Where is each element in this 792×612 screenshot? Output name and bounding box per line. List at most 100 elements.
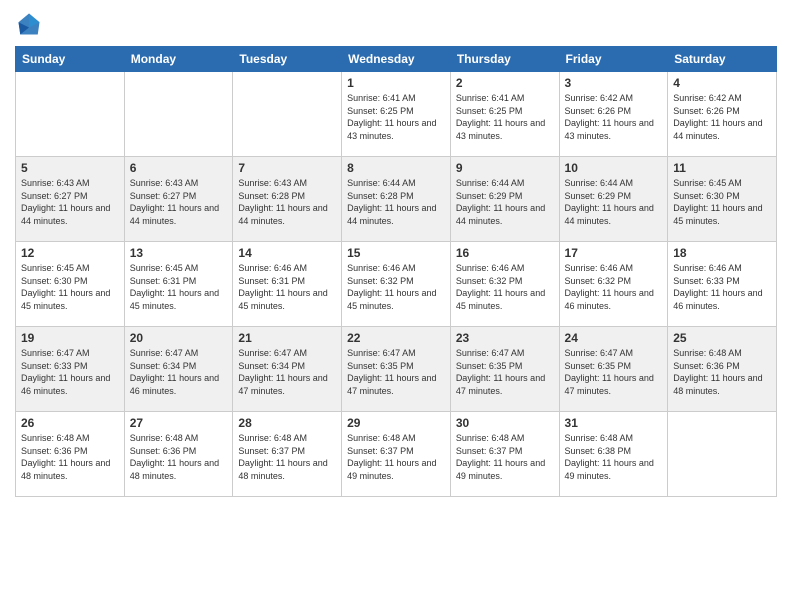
day-number: 16: [456, 246, 554, 260]
calendar-cell: 23Sunrise: 6:47 AM Sunset: 6:35 PM Dayli…: [450, 327, 559, 412]
calendar-cell: 9 Sunrise: 6:44 AM Sunset: 6:29 PM Daylig…: [450, 157, 559, 242]
weekday-header-friday: Friday: [559, 47, 668, 72]
calendar-cell: 30 Sunrise: 6:48 AM Sunset: 6:37 PM Dayli…: [450, 412, 559, 497]
day-number: 5: [21, 161, 119, 175]
calendar-cell: 29 Sunrise: 6:48 AM Sunset: 6:37 PM Dayli…: [342, 412, 451, 497]
calendar-cell: 16 Sunrise: 6:46 AM Sunset: 6:32 PM Dayli…: [450, 242, 559, 327]
day-info: Sunrise: 6:48 AM Sunset: 6:37 PM Dayligh…: [347, 432, 445, 482]
weekday-header-row: SundayMondayTuesdayWednesdayThursdayFrid…: [16, 47, 777, 72]
day-info: Sunrise: 6:42 AM Sunset: 6:26 PM Dayligh…: [565, 92, 663, 142]
calendar-cell: [16, 72, 125, 157]
calendar-cell: 1 Sunrise: 6:41 AM Sunset: 6:25 PM Daylig…: [342, 72, 451, 157]
day-number: 27: [130, 416, 228, 430]
day-info: Sunrise: 6:45 AM Sunset: 6:30 PM Dayligh…: [673, 177, 771, 227]
day-number: 20: [130, 331, 228, 345]
day-info: Sunrise: 6:47 AM Sunset: 6:35 PM Dayligh…: [347, 347, 445, 397]
day-number: 26: [21, 416, 119, 430]
calendar-cell: 14 Sunrise: 6:46 AM Sunset: 6:31 PM Dayli…: [233, 242, 342, 327]
weekday-header-monday: Monday: [124, 47, 233, 72]
day-info: Sunrise: 6:41 AM Sunset: 6:25 PM Dayligh…: [347, 92, 445, 142]
calendar-cell: 18Sunrise: 6:46 AM Sunset: 6:33 PM Dayli…: [668, 242, 777, 327]
calendar-cell: 28Sunrise: 6:48 AM Sunset: 6:37 PM Dayli…: [233, 412, 342, 497]
day-number: 13: [130, 246, 228, 260]
day-number: 8: [347, 161, 445, 175]
day-number: 22: [347, 331, 445, 345]
calendar-cell: 6 Sunrise: 6:43 AM Sunset: 6:27 PM Daylig…: [124, 157, 233, 242]
day-number: 2: [456, 76, 554, 90]
calendar-cell: 15 Sunrise: 6:46 AM Sunset: 6:32 PM Dayli…: [342, 242, 451, 327]
calendar-table: SundayMondayTuesdayWednesdayThursdayFrid…: [15, 46, 777, 497]
day-info: Sunrise: 6:48 AM Sunset: 6:36 PM Dayligh…: [130, 432, 228, 482]
day-number: 10: [565, 161, 663, 175]
calendar-cell: [668, 412, 777, 497]
day-number: 1: [347, 76, 445, 90]
day-info: Sunrise: 6:46 AM Sunset: 6:32 PM Dayligh…: [347, 262, 445, 312]
day-info: Sunrise: 6:48 AM Sunset: 6:37 PM Dayligh…: [456, 432, 554, 482]
day-info: Sunrise: 6:47 AM Sunset: 6:35 PM Dayligh…: [565, 347, 663, 397]
day-number: 28: [238, 416, 336, 430]
calendar-cell: 25 Sunrise: 6:48 AM Sunset: 6:36 PM Dayli…: [668, 327, 777, 412]
calendar-cell: 13 Sunrise: 6:45 AM Sunset: 6:31 PM Dayli…: [124, 242, 233, 327]
day-number: 4: [673, 76, 771, 90]
calendar-cell: 17 Sunrise: 6:46 AM Sunset: 6:32 PM Dayli…: [559, 242, 668, 327]
day-number: 17: [565, 246, 663, 260]
calendar-cell: 11 Sunrise: 6:45 AM Sunset: 6:30 PM Dayli…: [668, 157, 777, 242]
day-info: Sunrise: 6:46 AM Sunset: 6:31 PM Dayligh…: [238, 262, 336, 312]
calendar-cell: 19Sunrise: 6:47 AM Sunset: 6:33 PM Dayli…: [16, 327, 125, 412]
day-info: Sunrise: 6:44 AM Sunset: 6:28 PM Dayligh…: [347, 177, 445, 227]
day-number: 21: [238, 331, 336, 345]
logo: [15, 10, 47, 38]
calendar-cell: 26 Sunrise: 6:48 AM Sunset: 6:36 PM Dayli…: [16, 412, 125, 497]
day-info: Sunrise: 6:43 AM Sunset: 6:28 PM Dayligh…: [238, 177, 336, 227]
calendar-cell: 2 Sunrise: 6:41 AM Sunset: 6:25 PM Daylig…: [450, 72, 559, 157]
day-info: Sunrise: 6:41 AM Sunset: 6:25 PM Dayligh…: [456, 92, 554, 142]
day-info: Sunrise: 6:45 AM Sunset: 6:31 PM Dayligh…: [130, 262, 228, 312]
day-info: Sunrise: 6:47 AM Sunset: 6:34 PM Dayligh…: [238, 347, 336, 397]
calendar-week-4: 19Sunrise: 6:47 AM Sunset: 6:33 PM Dayli…: [16, 327, 777, 412]
weekday-header-tuesday: Tuesday: [233, 47, 342, 72]
calendar-week-1: 1 Sunrise: 6:41 AM Sunset: 6:25 PM Daylig…: [16, 72, 777, 157]
calendar-week-5: 26 Sunrise: 6:48 AM Sunset: 6:36 PM Dayli…: [16, 412, 777, 497]
weekday-header-wednesday: Wednesday: [342, 47, 451, 72]
day-number: 31: [565, 416, 663, 430]
day-number: 24: [565, 331, 663, 345]
calendar-cell: 10Sunrise: 6:44 AM Sunset: 6:29 PM Dayli…: [559, 157, 668, 242]
weekday-header-thursday: Thursday: [450, 47, 559, 72]
day-number: 7: [238, 161, 336, 175]
day-number: 30: [456, 416, 554, 430]
day-number: 15: [347, 246, 445, 260]
calendar-cell: 31 Sunrise: 6:48 AM Sunset: 6:38 PM Dayli…: [559, 412, 668, 497]
day-number: 12: [21, 246, 119, 260]
day-number: 6: [130, 161, 228, 175]
day-info: Sunrise: 6:44 AM Sunset: 6:29 PM Dayligh…: [456, 177, 554, 227]
header: [15, 10, 777, 38]
logo-icon: [15, 10, 43, 38]
day-info: Sunrise: 6:45 AM Sunset: 6:30 PM Dayligh…: [21, 262, 119, 312]
day-info: Sunrise: 6:43 AM Sunset: 6:27 PM Dayligh…: [21, 177, 119, 227]
day-number: 18: [673, 246, 771, 260]
day-info: Sunrise: 6:48 AM Sunset: 6:38 PM Dayligh…: [565, 432, 663, 482]
day-info: Sunrise: 6:42 AM Sunset: 6:26 PM Dayligh…: [673, 92, 771, 142]
calendar-cell: 22 Sunrise: 6:47 AM Sunset: 6:35 PM Dayli…: [342, 327, 451, 412]
day-number: 14: [238, 246, 336, 260]
calendar-cell: 5 Sunrise: 6:43 AM Sunset: 6:27 PM Daylig…: [16, 157, 125, 242]
weekday-header-saturday: Saturday: [668, 47, 777, 72]
day-info: Sunrise: 6:46 AM Sunset: 6:32 PM Dayligh…: [565, 262, 663, 312]
calendar-cell: 24 Sunrise: 6:47 AM Sunset: 6:35 PM Dayli…: [559, 327, 668, 412]
day-number: 11: [673, 161, 771, 175]
page: SundayMondayTuesdayWednesdayThursdayFrid…: [0, 0, 792, 612]
day-info: Sunrise: 6:43 AM Sunset: 6:27 PM Dayligh…: [130, 177, 228, 227]
day-info: Sunrise: 6:48 AM Sunset: 6:36 PM Dayligh…: [673, 347, 771, 397]
day-number: 29: [347, 416, 445, 430]
day-info: Sunrise: 6:46 AM Sunset: 6:32 PM Dayligh…: [456, 262, 554, 312]
calendar-cell: [124, 72, 233, 157]
day-info: Sunrise: 6:47 AM Sunset: 6:34 PM Dayligh…: [130, 347, 228, 397]
day-info: Sunrise: 6:47 AM Sunset: 6:35 PM Dayligh…: [456, 347, 554, 397]
day-number: 9: [456, 161, 554, 175]
day-number: 25: [673, 331, 771, 345]
calendar-cell: 20 Sunrise: 6:47 AM Sunset: 6:34 PM Dayli…: [124, 327, 233, 412]
day-info: Sunrise: 6:48 AM Sunset: 6:36 PM Dayligh…: [21, 432, 119, 482]
calendar-cell: 4 Sunrise: 6:42 AM Sunset: 6:26 PM Daylig…: [668, 72, 777, 157]
calendar-cell: [233, 72, 342, 157]
calendar-cell: 21 Sunrise: 6:47 AM Sunset: 6:34 PM Dayli…: [233, 327, 342, 412]
